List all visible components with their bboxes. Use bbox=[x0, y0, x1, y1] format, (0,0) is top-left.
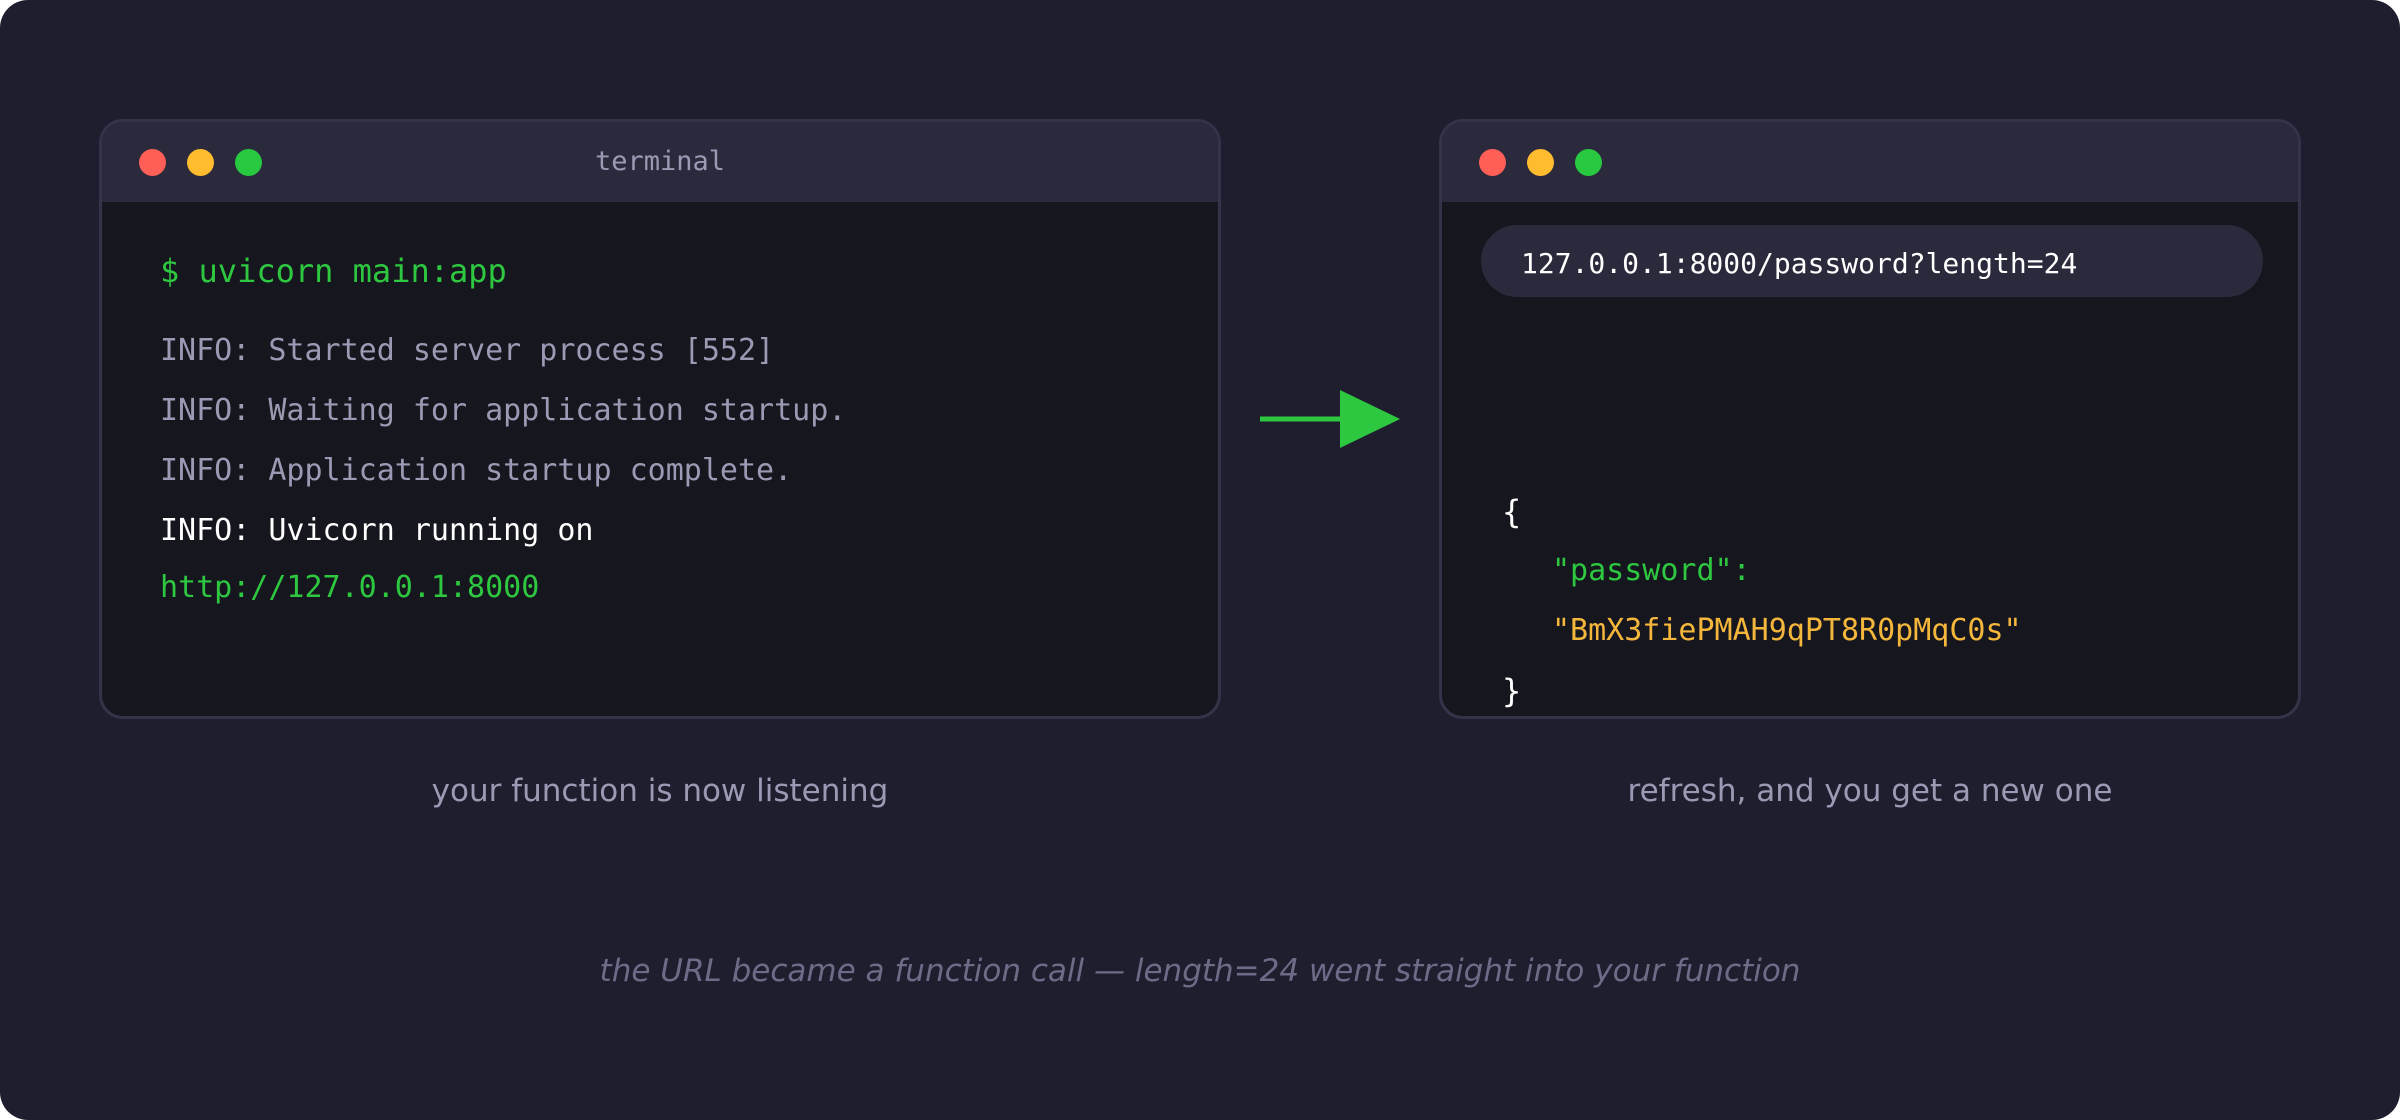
terminal-command: $ uvicorn main:app bbox=[160, 252, 507, 290]
json-open-brace: { bbox=[1502, 493, 1522, 531]
terminal-server-url[interactable]: http://127.0.0.1:8000 bbox=[160, 573, 539, 603]
json-value: "BmX3fiePMAH9qPT8R0pMqC0s" bbox=[1552, 613, 2022, 648]
browser-caption: refresh, and you get a new one bbox=[1627, 773, 2113, 809]
address-bar-text[interactable]: 127.0.0.1:8000/password?length=24 bbox=[1521, 247, 2077, 280]
terminal-log-line: INFO: Application startup complete. bbox=[160, 453, 793, 488]
footnote: the URL became a function call — length=… bbox=[599, 953, 1801, 989]
json-close-brace: } bbox=[1502, 672, 1522, 710]
minimize-dot-icon[interactable] bbox=[1527, 149, 1554, 176]
terminal-log-line-running: INFO: Uvicorn running on bbox=[160, 513, 594, 548]
arrow-right-icon bbox=[1260, 390, 1400, 448]
address-bar[interactable]: 127.0.0.1:8000/password?length=24 bbox=[1481, 225, 2263, 297]
maximize-dot-icon[interactable] bbox=[1575, 149, 1602, 176]
canvas: terminal $ uvicorn main:app INFO: Starte… bbox=[0, 0, 2400, 1120]
terminal-titlebar: terminal bbox=[102, 122, 1218, 202]
terminal-log-line: INFO: Waiting for application startup. bbox=[160, 393, 847, 428]
close-dot-icon[interactable] bbox=[1479, 149, 1506, 176]
terminal-log-line: INFO: Started server process [552] bbox=[160, 333, 775, 368]
terminal-title: terminal bbox=[594, 146, 726, 177]
browser-window: 127.0.0.1:8000/password?length=24 { "pas… bbox=[1439, 119, 2301, 719]
json-key: "password": bbox=[1552, 553, 1751, 588]
terminal-caption: your function is now listening bbox=[431, 773, 889, 809]
terminal-window: terminal $ uvicorn main:app INFO: Starte… bbox=[99, 119, 1221, 719]
browser-titlebar bbox=[1442, 122, 2298, 202]
